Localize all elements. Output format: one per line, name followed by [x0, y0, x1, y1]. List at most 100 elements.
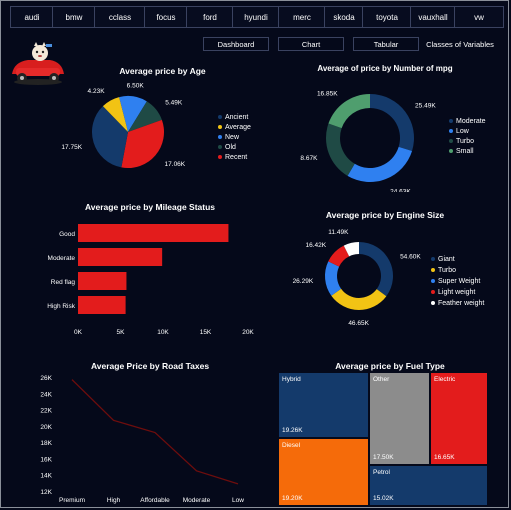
- data-label: 16.42K: [306, 242, 327, 249]
- tick-label: 24K: [40, 391, 52, 398]
- brand-button-bmw[interactable]: bmw: [52, 6, 96, 28]
- treemap-cell-petrol[interactable]: Petrol 15.02K: [369, 465, 488, 506]
- brand-button-hyundi[interactable]: hyundi: [232, 6, 280, 28]
- legend-item: Super Weight: [431, 276, 484, 287]
- bar-moderate[interactable]: [78, 248, 163, 266]
- tick-label: 26K: [40, 375, 52, 382]
- cell-value: 15.02K: [373, 495, 394, 502]
- treemap-cell-hybrid[interactable]: Hybrid 19.26K: [278, 372, 369, 438]
- treemap-cell-diesel[interactable]: Diesel 19.20K: [278, 438, 369, 506]
- mpg-donut-chart: 25.49K 24.63K 18.67K 16.85K: [300, 90, 436, 192]
- fuel-treemap: Hybrid 19.26K Diesel 19.20K Other 17.50K Elect…: [278, 372, 488, 506]
- data-label: 6.50K: [127, 83, 145, 90]
- cell-label: Other: [373, 376, 390, 383]
- tick-label: 10K: [157, 329, 169, 336]
- brand-button-vw[interactable]: vw: [454, 6, 504, 28]
- age-legend: Ancient Average New Old Recent: [218, 113, 251, 163]
- data-label: 46.65K: [348, 320, 369, 327]
- tick-label: 22K: [40, 408, 52, 415]
- brand-button-ford[interactable]: ford: [186, 6, 234, 28]
- age-pie-chart: 6.50K 5.49K 17.06K 17.75K 4.23K: [61, 83, 186, 169]
- brand-button-skoda[interactable]: skoda: [324, 6, 364, 28]
- bar-high-risk[interactable]: [78, 296, 126, 314]
- cell-value: 16.65K: [434, 454, 455, 461]
- age-chart-title: Average price by Age: [119, 66, 206, 76]
- nav-dashboard-button[interactable]: Dashboard: [203, 37, 269, 51]
- category-label: Moderate: [48, 255, 76, 262]
- mileage-chart-title: Average price by Mileage Status: [84, 202, 216, 212]
- slice-moderate[interactable]: [370, 94, 414, 151]
- category-label: Affordable: [140, 497, 170, 504]
- fuel-chart-title: Average price by Fuel Type: [335, 361, 445, 371]
- tax-series-line[interactable]: [71, 379, 239, 485]
- data-label: 11.49K: [328, 229, 349, 236]
- cell-value: 19.26K: [282, 427, 303, 434]
- tick-label: 5K: [117, 329, 126, 336]
- legend-item: Light weight: [431, 287, 484, 298]
- data-label: 17.06K: [165, 161, 186, 168]
- legend-item: Old: [218, 143, 251, 153]
- tax-chart-title: Average Price by Road Taxes: [90, 361, 210, 371]
- brand-button-focus[interactable]: focus: [144, 6, 188, 28]
- data-label: 25.49K: [415, 103, 436, 110]
- engine-legend: Giant Turbo Super Weight Light weight Fe…: [431, 254, 484, 309]
- data-label: 54.60K: [400, 253, 421, 260]
- category-label: Moderate: [183, 497, 211, 504]
- nav-chart-button[interactable]: Chart: [278, 37, 344, 51]
- cell-label: Hybrid: [282, 376, 301, 383]
- legend-item: Ancient: [218, 113, 251, 123]
- data-label: 17.75K: [61, 144, 82, 151]
- legend-item: Giant: [431, 254, 484, 265]
- tick-label: 18K: [40, 440, 52, 447]
- legend-item: New: [218, 133, 251, 143]
- data-label: 4.23K: [88, 88, 106, 95]
- data-label: 24.63K: [390, 188, 411, 192]
- category-label: High Risk: [47, 303, 76, 310]
- legend-item: Turbo: [449, 137, 486, 147]
- brand-button-audi[interactable]: audi: [10, 6, 54, 28]
- data-label: 5.49K: [165, 100, 183, 107]
- tick-label: 20K: [40, 424, 52, 431]
- tick-label: 0K: [74, 329, 83, 336]
- bar-red-flag[interactable]: [78, 272, 127, 290]
- category-label: High: [107, 497, 121, 504]
- tick-label: 20K: [242, 329, 254, 336]
- tick-label: 14K: [40, 473, 52, 480]
- treemap-cell-other[interactable]: Other 17.50K: [369, 372, 430, 465]
- slice-turbo[interactable]: [331, 288, 387, 310]
- slice-low[interactable]: [347, 146, 413, 182]
- legend-item: Feather weight: [431, 298, 484, 309]
- cell-label: Electric: [434, 376, 456, 383]
- cell-label: Diesel: [282, 442, 301, 449]
- data-label: 16.85K: [317, 90, 338, 97]
- legend-item: Small: [449, 147, 486, 157]
- cell-label: Petrol: [373, 469, 390, 476]
- tick-label: 16K: [40, 456, 52, 463]
- slice-giant[interactable]: [359, 242, 393, 297]
- treemap-cell-electric[interactable]: Electric 16.65K: [430, 372, 488, 465]
- tax-line-chart: 26K 24K 22K 20K 18K 16K 14K 12K Premium High Affor…: [40, 375, 244, 504]
- brand-button-toyota[interactable]: toyota: [362, 6, 412, 28]
- nav-classes-button[interactable]: Classes of Variables: [424, 37, 496, 51]
- engine-donut-chart: 54.60K 46.65K 26.29K 16.42K11.49K: [293, 229, 422, 327]
- category-label: Premium: [59, 497, 85, 504]
- slice-turbo[interactable]: [326, 123, 355, 176]
- bar-good[interactable]: [78, 224, 229, 242]
- brand-button-cclass[interactable]: cclass: [94, 6, 146, 28]
- engine-chart-title: Average price by Engine Size: [325, 210, 445, 220]
- cell-value: 17.50K: [373, 454, 394, 461]
- data-label: 26.29K: [293, 278, 314, 285]
- category-label: Low: [232, 497, 244, 504]
- tick-label: 15K: [200, 329, 212, 336]
- mpg-legend: Moderate Low Turbo Small: [449, 117, 486, 157]
- mileage-bar-chart: Good Moderate Red flag High Risk 0K 5K 10K 15K 2…: [47, 224, 254, 336]
- legend-item: Turbo: [431, 265, 484, 276]
- legend-item: Average: [218, 123, 251, 133]
- mpg-chart-title: Average of price by Number of mpg: [317, 64, 453, 73]
- slice-small[interactable]: [328, 94, 370, 129]
- cell-value: 19.20K: [282, 495, 303, 502]
- brand-button-merc[interactable]: merc: [278, 6, 326, 28]
- nav-tabular-button[interactable]: Tabular: [353, 37, 419, 51]
- legend-item: Moderate: [449, 117, 486, 127]
- brand-button-vauxhall[interactable]: vauxhall: [410, 6, 456, 28]
